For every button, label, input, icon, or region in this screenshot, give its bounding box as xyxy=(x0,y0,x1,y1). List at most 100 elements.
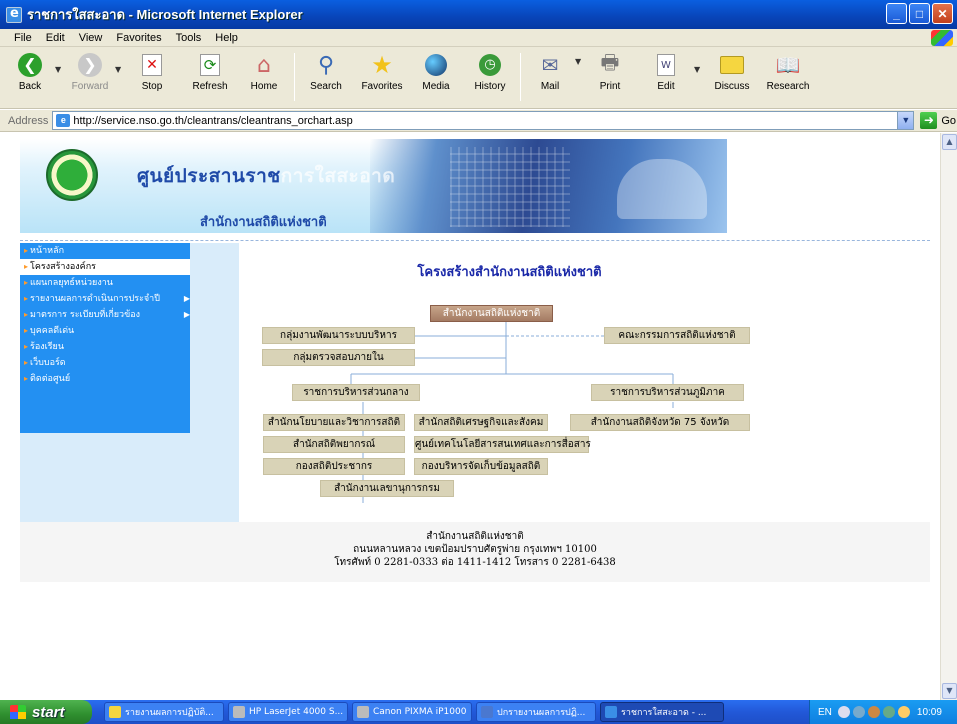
back-button[interactable]: ❮ Back xyxy=(4,51,56,92)
ie-icon xyxy=(605,706,617,718)
language-indicator[interactable]: EN xyxy=(818,707,832,718)
start-label: start xyxy=(32,703,65,721)
org-box-forecasting: สำนักสถิติพยากรณ์ xyxy=(263,436,405,453)
stop-label: Stop xyxy=(141,81,163,92)
media-icon xyxy=(422,51,450,79)
banner-photo xyxy=(370,139,727,233)
folder-icon xyxy=(109,706,121,718)
nav-item-strategy[interactable]: แผนกลยุทธ์หน่วยงาน xyxy=(20,275,190,291)
taskbar-item-ie[interactable]: ราชการใสสะอาด - ... xyxy=(600,702,724,722)
discuss-button[interactable]: Discuss xyxy=(706,51,758,92)
edit-button[interactable]: W Edit xyxy=(640,51,692,92)
print-button[interactable]: 🖶 Print xyxy=(584,50,636,92)
tray-network-icon[interactable] xyxy=(852,706,865,718)
print-label: Print xyxy=(599,81,621,92)
taskbar-item-report[interactable]: รายงานผลการปฏิบัติ... xyxy=(104,702,224,722)
menu-favorites[interactable]: Favorites xyxy=(114,32,163,44)
scroll-up-icon[interactable]: ▲ xyxy=(942,134,957,150)
tray-volume-icon[interactable] xyxy=(882,706,895,718)
close-button[interactable]: ✕ xyxy=(932,3,953,24)
history-label: History xyxy=(474,81,506,92)
nav-item-outstanding-people[interactable]: บุคคลดีเด่น xyxy=(20,323,190,339)
task-label: ราชการใสสะอาด - ... xyxy=(621,708,707,718)
tray-status-icon[interactable] xyxy=(897,706,910,718)
address-dropdown-icon[interactable]: ▼ xyxy=(897,112,914,129)
forward-button[interactable]: ❯ Forward xyxy=(64,51,116,92)
org-box-economic-social-stats: สำนักสถิติเศรษฐกิจและสังคม xyxy=(414,414,548,431)
nav-item-complaints[interactable]: ร้องเรียน xyxy=(20,339,190,355)
go-label: Go xyxy=(941,114,957,127)
address-input[interactable]: e http://service.nso.go.th/cleantrans/cl… xyxy=(52,111,915,130)
banner-subtitle: สำนักงานสถิติแห่งชาติ xyxy=(200,215,327,230)
search-icon: ⚲ xyxy=(317,52,335,78)
footer-phone: โทรศัพท์ 0 2281-0333 ต่อ 1411-1412 โทรสา… xyxy=(334,557,616,568)
nav-item-annual-report[interactable]: รายงานผลการดำเนินการประจำปี▶ xyxy=(20,291,190,307)
refresh-label: Refresh xyxy=(192,81,228,92)
menu-view[interactable]: View xyxy=(77,32,105,44)
footer-address: ถนนหลานหลวง เขตป้อมปราบศัตรูพ่าย กรุงเทพ… xyxy=(353,544,597,555)
edit-icon: W xyxy=(652,51,680,79)
toolbar: ❮ Back ▼ ❯ Forward ▼ ✕ Stop ⟳ Refresh ⌂ … xyxy=(0,47,957,109)
back-label: Back xyxy=(18,81,42,92)
site-banner: ศูนย์ประสานราชการใสสะอาด สำนักงานสถิติแห… xyxy=(20,139,727,233)
printer-icon xyxy=(233,706,245,718)
refresh-button[interactable]: ⟳ Refresh xyxy=(184,51,236,92)
edit-label: Edit xyxy=(657,81,675,92)
submenu-arrow-icon: ▶ xyxy=(183,310,190,319)
maximize-button[interactable]: □ xyxy=(909,3,930,24)
task-label: HP LaserJet 4000 S... xyxy=(249,707,344,717)
org-box-secretariat: สำนักงานเลขานุการกรม xyxy=(320,480,454,497)
taskbar-item-word-doc[interactable]: ปกรายงานผลการปฏิ... xyxy=(476,702,596,722)
mail-icon: ✉ xyxy=(541,53,559,77)
home-icon: ⌂ xyxy=(257,52,271,78)
home-button[interactable]: ⌂ Home xyxy=(238,51,290,93)
research-button[interactable]: 📖 Research xyxy=(762,51,814,92)
stop-button[interactable]: ✕ Stop xyxy=(126,51,178,92)
search-label: Search xyxy=(310,81,342,92)
task-label: รายงานผลการปฏิบัติ... xyxy=(125,708,214,718)
org-box-regional-admin: ราชการบริหารส่วนภูมิภาค xyxy=(591,384,744,401)
stop-icon: ✕ xyxy=(138,51,166,79)
taskbar-item-canon-printer[interactable]: Canon PIXMA iP1000 xyxy=(352,702,472,722)
media-button[interactable]: Media xyxy=(410,51,462,92)
star-icon: ★ xyxy=(371,51,393,79)
footer-org-name: สำนักงานสถิติแห่งชาติ xyxy=(426,531,524,542)
menu-tools[interactable]: Tools xyxy=(174,32,204,44)
menu-help[interactable]: Help xyxy=(213,32,240,44)
nav-item-org-structure[interactable]: โครงสร้างองค์กร xyxy=(20,259,190,275)
printer-icon xyxy=(357,706,369,718)
menu-bar: File Edit View Favorites Tools Help xyxy=(0,29,957,47)
discuss-label: Discuss xyxy=(714,81,750,92)
taskbar: start รายงานผลการปฏิบัติ... HP LaserJet … xyxy=(0,700,957,724)
history-button[interactable]: ◷ History xyxy=(464,51,516,92)
mail-button[interactable]: ✉ Mail xyxy=(524,51,576,92)
org-box-internal-audit: กลุ่มตรวจสอบภายใน xyxy=(262,349,415,366)
back-arrow-icon: ❮ xyxy=(16,51,44,79)
org-box-nso: สำนักงานสถิติแห่งชาติ xyxy=(430,305,553,322)
minimize-button[interactable]: _ xyxy=(886,3,907,24)
menu-file[interactable]: File xyxy=(12,32,34,44)
org-box-provincial-offices: สำนักงานสถิติจังหวัด 75 จังหวัด xyxy=(570,414,750,431)
nav-item-webboard[interactable]: เว็บบอร์ด xyxy=(20,355,190,371)
go-button[interactable]: ➜ Go xyxy=(920,112,956,129)
refresh-icon: ⟳ xyxy=(196,51,224,79)
submenu-arrow-icon: ▶ xyxy=(183,294,190,303)
address-label: Address xyxy=(8,114,49,127)
research-label: Research xyxy=(766,81,810,92)
nav-item-home[interactable]: หน้าหลัก xyxy=(20,243,190,259)
vertical-scrollbar[interactable]: ▲ ▼ xyxy=(940,133,957,700)
page-icon: e xyxy=(56,114,71,127)
taskbar-item-hp-printer[interactable]: HP LaserJet 4000 S... xyxy=(228,702,348,722)
search-button[interactable]: ⚲ Search xyxy=(300,51,352,93)
tray-app-icon[interactable] xyxy=(867,706,880,718)
favorites-button[interactable]: ★ Favorites xyxy=(356,51,408,92)
windows-logo-icon xyxy=(931,30,953,46)
system-tray: EN 10:09 xyxy=(809,700,957,724)
start-button[interactable]: start xyxy=(0,700,92,724)
page-footer: สำนักงานสถิติแห่งชาติ ถนนหลานหลวง เขตป้อ… xyxy=(20,522,930,582)
scroll-down-icon[interactable]: ▼ xyxy=(942,683,957,699)
tray-arrow-icon[interactable] xyxy=(837,706,850,718)
menu-edit[interactable]: Edit xyxy=(44,32,67,44)
nav-item-contact[interactable]: ติดต่อศูนย์ xyxy=(20,371,190,387)
nav-item-regulations[interactable]: มาตรการ ระเบียบที่เกี่ยวข้อง▶ xyxy=(20,307,190,323)
